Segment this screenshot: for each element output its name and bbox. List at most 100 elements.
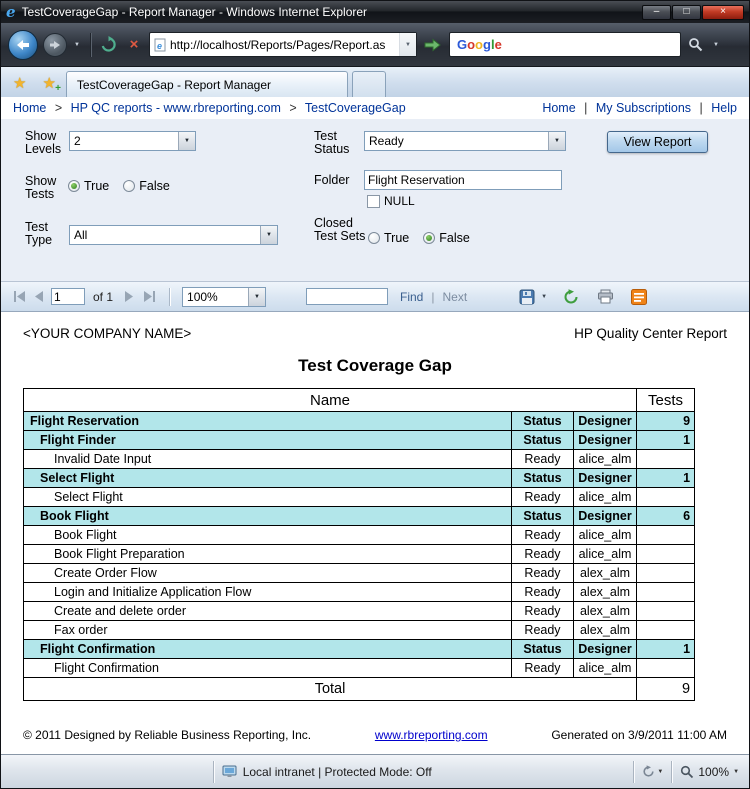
page-options-button[interactable]: ▼ <box>642 765 663 778</box>
show-tests-true-radio[interactable] <box>68 180 80 192</box>
row-designer-cell: alex_alm <box>572 563 638 583</box>
link-separator: | <box>699 101 703 115</box>
row-designer-cell: alice_alm <box>572 658 638 678</box>
close-icon: × <box>720 6 726 17</box>
add-favorite-icon[interactable]: ★ + <box>36 71 61 95</box>
breadcrumb-folder-link[interactable]: HP QC reports - www.rbreporting.com <box>71 101 281 115</box>
row-tests-cell <box>636 449 696 469</box>
search-brand-letter: o <box>467 37 476 52</box>
new-tab-stub[interactable] <box>351 71 386 97</box>
statusbar-divider <box>671 760 673 783</box>
column-header-tests: Tests <box>636 388 696 412</box>
row-status-cell: Status <box>511 411 574 431</box>
search-dropdown-icon[interactable]: ▼ <box>711 42 721 48</box>
first-page-icon[interactable] <box>11 290 27 304</box>
test-type-value: All <box>74 228 88 242</box>
close-button[interactable]: × <box>702 4 744 20</box>
table-row: Flight Confirmation Ready alice_alm <box>23 658 696 678</box>
test-status-label: Test Status <box>314 129 350 156</box>
table-row: Flight Finder Status Designer 1 <box>23 430 696 450</box>
show-tests-false-radio[interactable] <box>123 180 136 192</box>
closed-false-radio[interactable] <box>423 232 436 244</box>
stop-icon[interactable]: × <box>124 35 144 55</box>
row-status-cell: Ready <box>511 449 574 469</box>
report-header-right: HP Quality Center Report <box>574 326 727 341</box>
show-tests-false-label[interactable]: False <box>139 179 170 193</box>
maximize-button[interactable]: □ <box>672 4 701 20</box>
table-row: Book Flight Preparation Ready alice_alm <box>23 544 696 564</box>
find-input[interactable] <box>306 288 389 305</box>
row-designer-cell: alex_alm <box>572 620 638 640</box>
rbreporting-link[interactable]: www.rbreporting.com <box>375 728 488 742</box>
null-checkbox[interactable] <box>367 194 380 208</box>
address-bar[interactable]: e http://localhost/Reports/Pages/Report.… <box>148 32 417 57</box>
test-status-select[interactable]: Ready ▼ <box>364 131 566 151</box>
intranet-zone-icon <box>222 765 237 777</box>
row-tests-cell <box>636 601 696 621</box>
tab-testcoveragegap[interactable]: TestCoverageGap - Report Manager <box>65 71 348 97</box>
closed-true-label[interactable]: True <box>384 231 409 245</box>
status-bar: Local intranet | Protected Mode: Off ▼ 1… <box>1 754 749 788</box>
chevron-down-icon[interactable]: ▼ <box>178 132 195 150</box>
address-dropdown-icon[interactable]: ▼ <box>398 33 416 56</box>
report-header: <YOUR COMPANY NAME> HP Quality Center Re… <box>23 326 727 341</box>
magnifier-icon <box>681 765 694 778</box>
chevron-down-icon[interactable]: ▼ <box>260 226 277 244</box>
export-icon[interactable] <box>517 288 537 306</box>
show-levels-select[interactable]: 2 ▼ <box>69 131 196 151</box>
previous-page-icon[interactable] <box>31 290 47 304</box>
go-button[interactable] <box>422 34 444 56</box>
statusbar-divider <box>633 760 635 783</box>
row-designer-cell: alice_alm <box>572 487 638 507</box>
show-tests-true-label[interactable]: True <box>84 179 109 193</box>
link-separator: | <box>431 289 435 304</box>
zoom-control[interactable]: 100% ▼ <box>680 765 739 779</box>
row-status-cell: Status <box>511 639 574 659</box>
export-dropdown-icon[interactable]: ▼ <box>541 294 547 300</box>
row-tests-cell <box>636 658 696 678</box>
row-designer-cell: alex_alm <box>572 582 638 602</box>
favorites-star-icon[interactable]: ★ <box>7 71 32 95</box>
chevron-down-icon[interactable]: ▼ <box>548 132 565 150</box>
print-icon[interactable] <box>595 288 615 306</box>
closed-false-label[interactable]: False <box>439 231 470 245</box>
star-glyph: ★ <box>42 74 56 92</box>
search-box[interactable]: G o o g l e <box>448 32 681 57</box>
report-builder-icon[interactable] <box>629 288 649 306</box>
row-name-cell: Login and Initialize Application Flow <box>23 582 512 602</box>
row-designer-cell: Designer <box>572 639 638 659</box>
refresh-icon[interactable] <box>99 35 119 55</box>
back-button[interactable] <box>8 29 38 60</box>
breadcrumb-home-link[interactable]: Home <box>13 101 46 115</box>
forward-button[interactable] <box>43 32 67 57</box>
null-label[interactable]: NULL <box>384 194 415 208</box>
folder-input[interactable] <box>364 170 562 190</box>
chevron-down-icon[interactable]: ▼ <box>248 287 266 306</box>
find-next-link[interactable]: Next <box>442 290 467 304</box>
view-report-button[interactable]: View Report <box>607 131 708 153</box>
page-number-input[interactable] <box>51 288 85 305</box>
table-row: Select Flight Status Designer 1 <box>23 468 696 488</box>
home-link[interactable]: Home <box>542 101 575 115</box>
row-designer-cell: Designer <box>572 506 638 526</box>
last-page-icon[interactable] <box>141 290 157 304</box>
refresh-report-icon[interactable] <box>561 288 581 306</box>
closed-true-radio[interactable] <box>368 232 380 244</box>
my-subscriptions-link[interactable]: My Subscriptions <box>596 101 691 115</box>
report-parameters-panel: Show Levels 2 ▼ Test Status Ready ▼ View… <box>1 119 749 282</box>
minimize-button[interactable]: – <box>642 4 671 20</box>
row-tests-cell <box>636 544 696 564</box>
test-type-select[interactable]: All ▼ <box>69 225 278 245</box>
row-status-cell: Ready <box>511 563 574 583</box>
row-tests-cell: 1 <box>636 639 696 659</box>
search-icon[interactable] <box>686 35 706 55</box>
zoom-value: 100% <box>187 289 218 304</box>
breadcrumb-current-link[interactable]: TestCoverageGap <box>305 101 406 115</box>
help-link[interactable]: Help <box>711 101 737 115</box>
next-page-icon[interactable] <box>121 290 137 304</box>
zoom-select[interactable]: 100% ▼ <box>182 286 267 307</box>
breadcrumb-separator: > <box>54 101 63 115</box>
report-title: Test Coverage Gap <box>298 356 452 375</box>
history-dropdown-icon[interactable]: ▼ <box>72 42 82 48</box>
find-link[interactable]: Find <box>400 290 423 304</box>
